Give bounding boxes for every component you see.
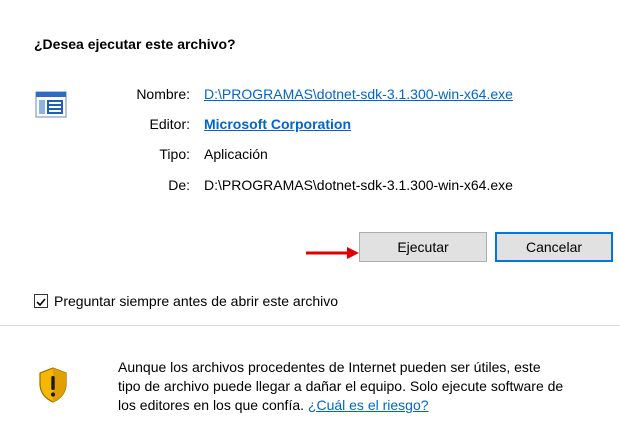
separator [0,325,620,326]
cancel-button[interactable]: Cancelar [495,232,613,262]
warning-line-2: tipo de archivo puede llegar a dañar el … [118,378,564,394]
checkmark-icon [36,298,46,307]
type-row: Tipo: Aplicación [0,146,620,166]
run-file-dialog: ¿Desea ejecutar este archivo? Nombre: D:… [0,0,620,431]
name-label: Nombre: [136,86,190,102]
from-value: D:\PROGRAMAS\dotnet-sdk-3.1.300-win-x64.… [204,177,513,193]
always-ask-checkbox[interactable] [34,294,48,308]
from-row: De: D:\PROGRAMAS\dotnet-sdk-3.1.300-win-… [0,177,620,197]
publisher-label: Editor: [149,116,190,132]
shield-warning-icon [39,367,67,403]
file-name-link[interactable]: D:\PROGRAMAS\dotnet-sdk-3.1.300-win-x64.… [204,86,513,102]
warning-line-3-text: los editores en los que confía. [118,397,308,413]
publisher-link[interactable]: Microsoft Corporation [204,116,351,132]
risk-link[interactable]: ¿Cuál es el riesgo? [308,397,429,413]
red-arrow-annotation [306,247,359,259]
from-label: De: [168,177,190,193]
run-button[interactable]: Ejecutar [359,232,487,262]
name-row: Nombre: D:\PROGRAMAS\dotnet-sdk-3.1.300-… [0,86,620,106]
always-ask-label: Preguntar siempre antes de abrir este ar… [54,293,339,309]
warning-line-3: los editores en los que confía. ¿Cuál es… [118,396,620,415]
dialog-title: ¿Desea ejecutar este archivo? [34,36,236,52]
security-warning-text: Aunque los archivos procedentes de Inter… [118,358,620,415]
type-value: Aplicación [204,146,268,162]
publisher-row: Editor: Microsoft Corporation [0,116,620,136]
warning-line-1: Aunque los archivos procedentes de Inter… [118,359,541,375]
type-label: Tipo: [159,146,190,162]
